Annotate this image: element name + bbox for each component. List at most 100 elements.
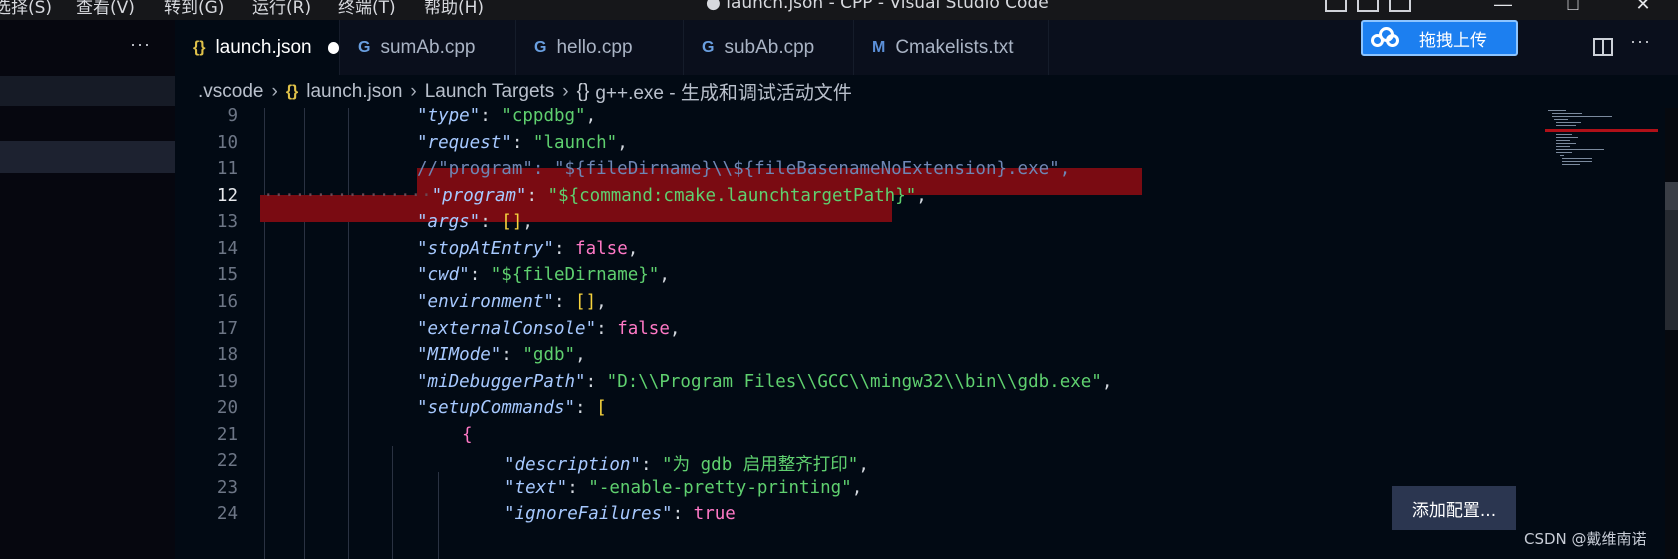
- menu-run[interactable]: 运行(R): [252, 0, 338, 18]
- code-line: 18 "MIMode": "gdb",: [175, 345, 1665, 374]
- code-line: 17 "externalConsole": false,: [175, 319, 1665, 348]
- cpp-file-icon: G: [534, 38, 547, 56]
- code-text: {: [462, 425, 473, 445]
- upload-button[interactable]: 拖拽上传: [1361, 20, 1518, 56]
- tab-label: Cmakelists.txt: [895, 36, 1014, 58]
- scrollbar-thumb[interactable]: [1665, 182, 1678, 210]
- toggle-secondary-sidebar-icon[interactable]: [1389, 0, 1411, 12]
- breadcrumb-item[interactable]: g++.exe - 生成和调试活动文件: [595, 78, 852, 105]
- cpp-file-icon: G: [358, 38, 371, 56]
- code-text: "type": "cppdbg",: [417, 108, 597, 126]
- code-line: 14 "stopAtEntry": false,: [175, 239, 1665, 268]
- tab-label: hello.cpp: [556, 36, 633, 58]
- code-line: 21 {: [175, 425, 1665, 454]
- menu-view[interactable]: 查看(V): [76, 0, 164, 18]
- line-number: 9: [227, 108, 238, 126]
- line-number: 20: [216, 398, 238, 418]
- minimap-highlight: [1545, 129, 1658, 132]
- editor-more-icon[interactable]: ···: [1630, 31, 1651, 52]
- tab-subab-cpp[interactable]: G subAb.cpp: [684, 20, 854, 75]
- code-line: 20 "setupCommands": [: [175, 398, 1665, 427]
- sidebar-item-selected[interactable]: [0, 141, 175, 173]
- breadcrumb-section[interactable]: Launch Targets: [425, 81, 555, 103]
- markdown-file-icon: M: [872, 38, 886, 56]
- title-bar: 选择(S) 查看(V) 转到(G) 运行(R) 终端(T) 帮助(H) ● la…: [0, 0, 1678, 20]
- breadcrumb-folder[interactable]: .vscode: [198, 81, 263, 103]
- sidebar-more-icon[interactable]: ···: [130, 34, 151, 55]
- code-text: "request": "launch",: [417, 133, 628, 153]
- layout-controls: [1325, 0, 1411, 12]
- toggle-panel-icon[interactable]: [1357, 0, 1379, 12]
- tab-hello-cpp[interactable]: G hello.cpp: [516, 20, 684, 75]
- cpp-file-icon: G: [702, 38, 715, 56]
- chevron-right-icon: ›: [410, 80, 417, 102]
- line-number: 23: [216, 478, 238, 498]
- line-number: 14: [216, 239, 238, 259]
- vertical-scrollbar[interactable]: [1665, 108, 1678, 559]
- baidu-cloud-icon: [1371, 27, 1401, 49]
- code-line: 22 "description": "为 gdb 启用整齐打印",: [175, 451, 1665, 480]
- split-editor-icon[interactable]: [1593, 38, 1613, 56]
- line-number: 19: [216, 372, 238, 392]
- code-line: 11 //"program": "${fileDirname}\\${fileB…: [175, 159, 1665, 188]
- window-controls: — □ ✕: [1468, 0, 1678, 20]
- menu-help[interactable]: 帮助(H): [424, 0, 484, 18]
- code-text: "ignoreFailures": true: [504, 504, 736, 524]
- menu-bar: 选择(S) 查看(V) 转到(G) 运行(R) 终端(T) 帮助(H): [0, 0, 484, 18]
- json-file-icon: {}: [285, 82, 299, 100]
- code-text: "stopAtEntry": false,: [417, 239, 639, 259]
- code-text: "args": [],: [417, 212, 533, 232]
- line-number: 21: [216, 425, 238, 445]
- code-line: 15 "cwd": "${fileDirname}",: [175, 265, 1665, 294]
- line-number: 24: [216, 504, 238, 524]
- line-number: 16: [216, 292, 238, 312]
- sidebar-item[interactable]: [0, 76, 175, 106]
- code-line: 13 "args": [],: [175, 212, 1665, 241]
- line-number: 11: [216, 159, 238, 179]
- code-line-current: 12 ················"program": "${command…: [175, 186, 1665, 215]
- line-number: 13: [216, 212, 238, 232]
- menu-terminal[interactable]: 终端(T): [338, 0, 424, 18]
- scrollbar-slider[interactable]: [1665, 210, 1678, 330]
- sidebar: ···: [0, 20, 175, 559]
- code-text: "setupCommands": [: [417, 398, 607, 418]
- breadcrumb-file[interactable]: launch.json: [306, 81, 402, 103]
- code-line: 9 "type": "cppdbg",: [175, 108, 1665, 135]
- code-line: 16 "environment": [],: [175, 292, 1665, 321]
- add-configuration-button[interactable]: 添加配置...: [1392, 486, 1516, 530]
- code-text: ················"program": "${command:cm…: [263, 186, 927, 206]
- line-number: 12: [216, 186, 238, 206]
- code-text: "MIMode": "gdb",: [417, 345, 586, 365]
- tab-launch-json[interactable]: {} launch.json: [175, 20, 340, 75]
- menu-selection[interactable]: 选择(S): [0, 0, 76, 18]
- tab-label: launch.json: [215, 36, 312, 58]
- chevron-right-icon: ›: [271, 80, 278, 102]
- code-comment: //"program": "${fileDirname}\\${fileBase…: [417, 159, 1071, 179]
- line-number: 22: [216, 451, 238, 471]
- breadcrumb: .vscode › {} launch.json › Launch Target…: [175, 75, 1678, 108]
- line-number: 15: [216, 265, 238, 285]
- tab-label: sumAb.cpp: [380, 36, 476, 58]
- unsaved-dot-icon[interactable]: [327, 41, 339, 54]
- tab-cmakelists-txt[interactable]: M Cmakelists.txt: [854, 20, 1049, 75]
- code-text: "environment": [],: [417, 292, 607, 312]
- close-icon[interactable]: ✕: [1608, 0, 1678, 20]
- code-text: "miDebuggerPath": "D:\\Program Files\\GC…: [417, 372, 1113, 392]
- code-text: "cwd": "${fileDirname}",: [417, 265, 670, 285]
- chevron-right-icon: ›: [562, 80, 569, 102]
- maximize-icon[interactable]: □: [1538, 0, 1608, 20]
- tab-label: subAb.cpp: [724, 36, 815, 58]
- window-title: ● launch.json - CPP - Visual Studio Code: [706, 0, 1049, 13]
- minimap[interactable]: [1540, 108, 1660, 188]
- menu-go[interactable]: 转到(G): [164, 0, 252, 18]
- code-line: 10 "request": "launch",: [175, 133, 1665, 162]
- watermark: CSDN @戴维南诺: [1524, 530, 1647, 548]
- object-icon: {}: [576, 80, 590, 102]
- code-text: "externalConsole": false,: [417, 319, 681, 339]
- line-number: 18: [216, 345, 238, 365]
- minimize-icon[interactable]: —: [1468, 0, 1538, 20]
- code-text: "text": "-enable-pretty-printing",: [504, 478, 863, 498]
- json-file-icon: {}: [193, 38, 206, 56]
- tab-sumab-cpp[interactable]: G sumAb.cpp: [340, 20, 516, 75]
- toggle-sidebar-icon[interactable]: [1325, 0, 1347, 12]
